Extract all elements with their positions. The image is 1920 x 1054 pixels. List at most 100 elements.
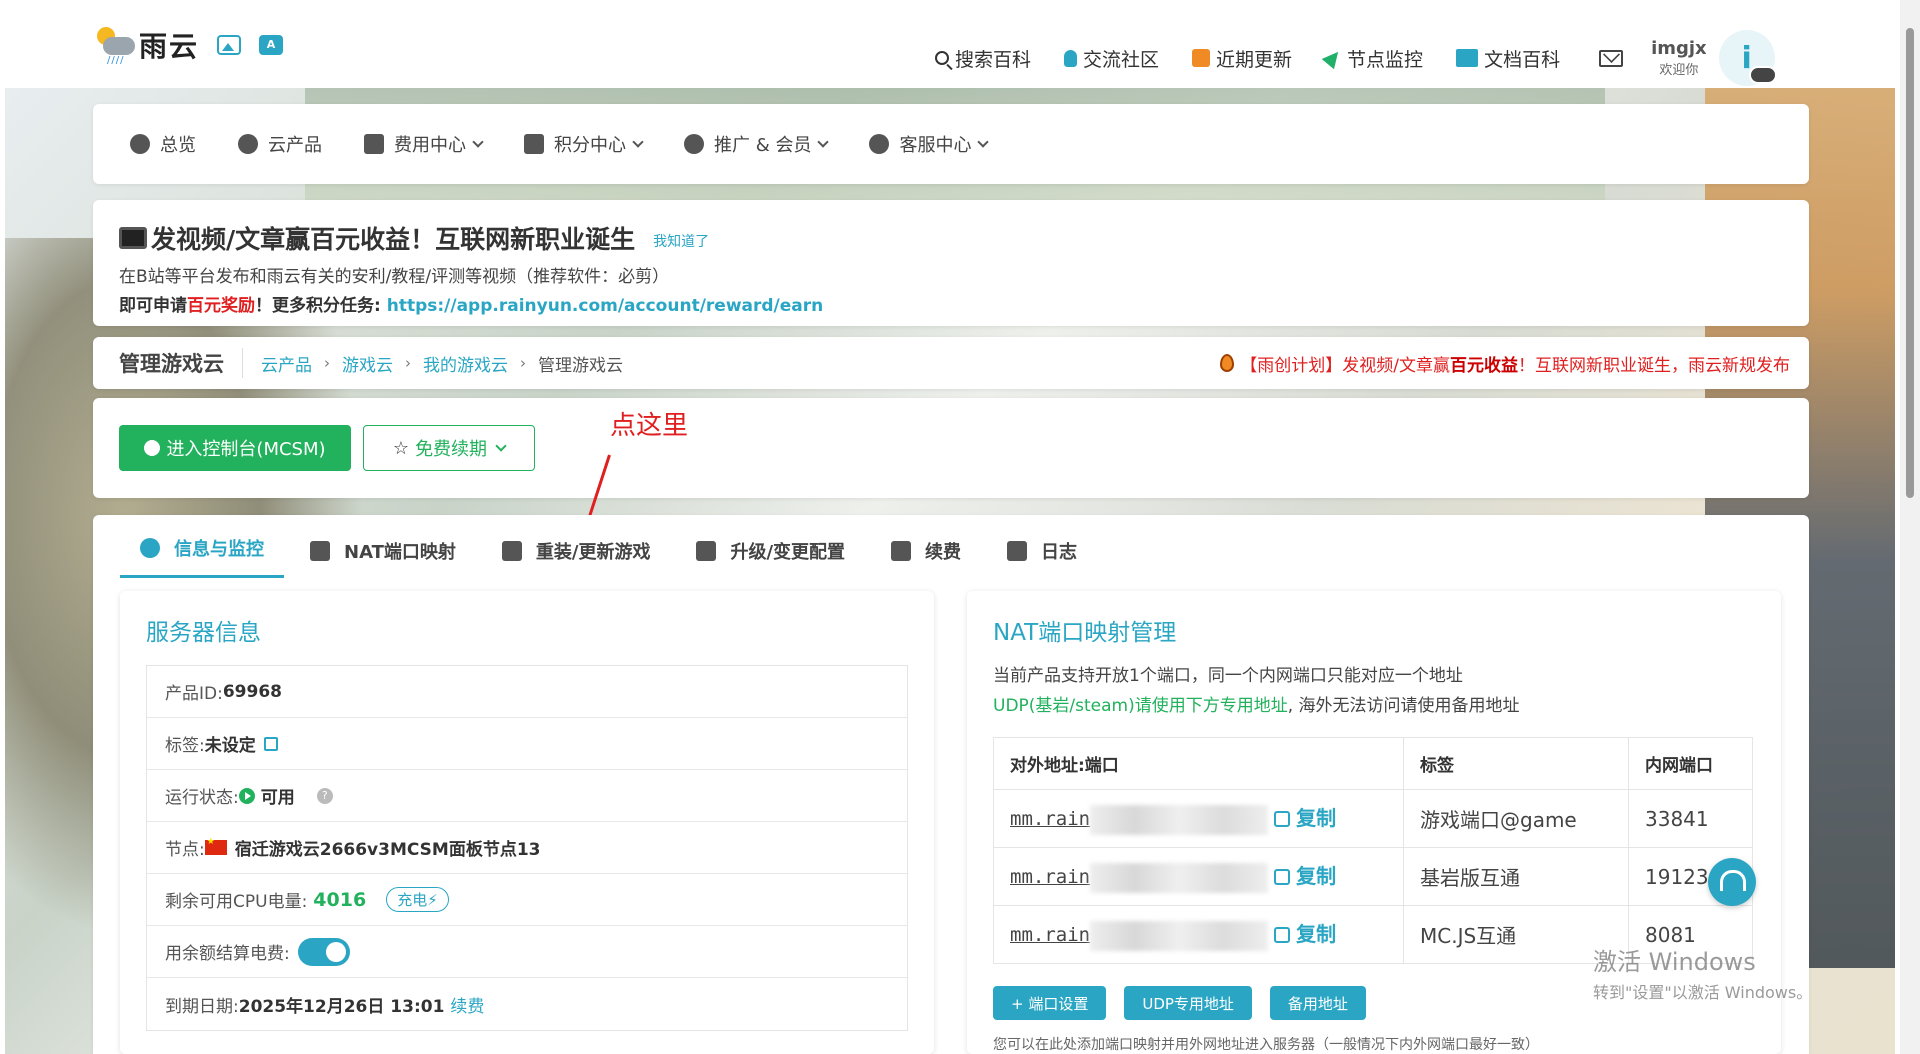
menu-support[interactable]: 客服中心 — [869, 131, 990, 157]
chevron-right-icon: › — [405, 354, 411, 372]
exchange-icon — [501, 541, 522, 561]
cubes-icon — [238, 134, 258, 154]
chevron-right-icon: › — [520, 354, 526, 372]
tab-nat-mapping[interactable]: NAT端口映射 — [290, 538, 476, 578]
nat-address[interactable]: mm.rain — [1010, 924, 1090, 946]
translate-icon[interactable]: A — [259, 35, 284, 55]
port-settings-button[interactable]: + 端口设置 — [993, 986, 1107, 1020]
column-header: 内网端口 — [1628, 737, 1753, 790]
server-info-card: 服务器信息 产品ID: 69968 标签: 未设定 运行状态: 可用? 节点: … — [120, 591, 934, 1054]
nat-table: 对外地址:端口 标签 内网端口 mm.rain 复制 游戏端口@game 3384… — [993, 737, 1753, 964]
backup-address-button[interactable]: 备用地址 — [1269, 986, 1366, 1020]
edit-icon[interactable] — [263, 736, 278, 751]
tab-logs[interactable]: 日志 — [987, 538, 1097, 578]
free-renew-button[interactable]: ☆ 免费续期 — [363, 425, 535, 471]
reward-link[interactable]: https://app.rainyun.com/account/reward/e… — [387, 296, 824, 316]
copy-button[interactable]: 复制 — [1274, 806, 1336, 830]
menu-points[interactable]: 积分中心 — [524, 131, 644, 157]
tab-info-monitor[interactable]: 信息与监控 — [120, 535, 284, 578]
info-row-balance: 用余额结算电费: — [147, 926, 907, 978]
info-row-status: 运行状态: 可用? — [147, 770, 907, 822]
announcement-text: 在B站等平台发布和雨云有关的安利/教程/评测等视频（推荐软件：必剪） — [119, 267, 670, 287]
charge-button[interactable]: 充电⚡ — [386, 887, 449, 912]
promo-link[interactable]: 【雨创计划】发视频/文章赢 百元收益 ！互联网新职业诞生，雨云新规发布 — [1220, 351, 1790, 376]
avatar[interactable]: i — [1718, 30, 1777, 86]
tab-reinstall-game[interactable]: 重装/更新游戏 — [482, 538, 671, 578]
search-icon — [935, 51, 949, 65]
nat-tag: 基岩版互通 — [1403, 847, 1629, 906]
announcement-panel: 发视频/文章赢百元收益！互联网新职业诞生 我知道了 在B站等平台发布和雨云有关的… — [93, 200, 1809, 326]
breadcrumb-game-cloud[interactable]: 游戏云 — [342, 351, 393, 376]
mail-icon[interactable] — [1599, 49, 1624, 67]
info-row-expire: 到期日期: 2025年12月26日 13:01 续费 — [147, 978, 907, 1030]
headset-icon — [869, 134, 890, 154]
page-title: 管理游戏云 — [119, 348, 243, 378]
page-header: 管理游戏云 云产品 › 游戏云 › 我的游戏云 › 管理游戏云 【雨创计划】发视频/文… — [93, 337, 1809, 389]
nav-community[interactable]: 交流社区 — [1064, 45, 1159, 72]
tv-icon — [119, 227, 147, 249]
product-detail-panel: 信息与监控 NAT端口映射 重装/更新游戏 升级/变更配置 续费 日志 服务器信… — [93, 515, 1809, 1054]
money-icon — [891, 541, 912, 561]
chevron-down-icon — [817, 136, 830, 148]
enter-console-button[interactable]: 进入控制台(MCSM) — [119, 425, 351, 471]
dismiss-link[interactable]: 我知道了 — [653, 231, 709, 251]
chevron-down-icon — [472, 136, 484, 148]
nat-tag: 游戏端口@game — [1403, 789, 1629, 848]
table-header: 对外地址:端口 标签 内网端口 — [993, 737, 1753, 790]
udp-address-button[interactable]: UDP专用地址 — [1124, 986, 1252, 1020]
menu-promotion[interactable]: 推广 & 会员 — [684, 131, 830, 157]
scrollbar-thumb[interactable] — [1906, 28, 1914, 498]
menu-cloud-products[interactable]: 云产品 — [238, 131, 322, 157]
nat-address[interactable]: mm.rain — [1010, 808, 1090, 830]
copy-icon — [1274, 811, 1291, 828]
menu-overview[interactable]: 总览 — [130, 131, 196, 157]
menu-billing[interactable]: 费用中心 — [364, 131, 484, 157]
copy-button[interactable]: 复制 — [1274, 922, 1336, 946]
annotation-text: 点这里 — [610, 411, 689, 441]
nav-node-monitor[interactable]: 节点监控 — [1321, 45, 1423, 72]
nat-note: 您可以在此处添加端口映射并用外网地址进入服务器（一般情况下内外网端口最好一致） — [993, 1037, 1539, 1053]
username: imgjx — [1651, 37, 1707, 59]
star-icon: ☆ — [392, 437, 410, 459]
nat-address[interactable]: mm.rain — [1010, 866, 1090, 888]
top-navbar: //// 雨云 A 搜索百科 交流社区 近期更新 节点监控 文档百科 imgjx… — [5, 0, 1895, 88]
breadcrumb-cloud-products[interactable]: 云产品 — [261, 351, 312, 376]
tab-renew[interactable]: 续费 — [871, 538, 981, 578]
copy-icon — [1274, 869, 1291, 886]
nav-updates[interactable]: 近期更新 — [1192, 45, 1292, 72]
redacted-area — [1090, 920, 1269, 951]
renew-link[interactable]: 续费 — [450, 992, 484, 1017]
column-header: 标签 — [1403, 737, 1629, 790]
redacted-area — [1090, 804, 1269, 835]
community-icon — [1064, 49, 1078, 67]
info-icon — [140, 538, 160, 558]
announcement-reward-line: 即可申请百元奖励！更多积分任务: https://app.rainyun.com… — [119, 296, 824, 316]
announcement-headline: 发视频/文章赢百元收益！互联网新职业诞生 我知道了 — [119, 220, 1783, 256]
column-header: 对外地址:端口 — [993, 737, 1404, 790]
china-flag-icon — [204, 837, 227, 855]
chevron-right-icon: › — [324, 354, 330, 372]
dashboard-icon — [144, 440, 161, 456]
table-row: mm.rain 复制 基岩版互通 19123 — [993, 847, 1753, 906]
nat-port: 33841 — [1628, 789, 1753, 848]
top-nav: 搜索百科 交流社区 近期更新 节点监控 文档百科 imgjx 欢迎你 i — [935, 30, 1777, 86]
breadcrumb-my-game-cloud[interactable]: 我的游戏云 — [423, 351, 508, 376]
user-info[interactable]: imgjx 欢迎你 — [1651, 37, 1707, 78]
main-menu: 总览 云产品 费用中心 积分中心 推广 & 会员 客服中心 — [93, 104, 1809, 184]
page-scrollbar[interactable] — [1900, 0, 1920, 1054]
logo[interactable]: //// 雨云 A — [93, 25, 284, 66]
chevron-down-icon — [632, 136, 644, 148]
send-icon — [1321, 46, 1345, 70]
help-icon[interactable]: ? — [316, 787, 333, 804]
nav-docs[interactable]: 文档百科 — [1456, 45, 1560, 72]
brand-name: 雨云 — [139, 30, 200, 63]
copy-button[interactable]: 复制 — [1274, 864, 1336, 888]
rain-cloud-logo-icon: //// — [93, 25, 137, 66]
gift-icon — [524, 134, 544, 154]
balance-toggle[interactable] — [297, 937, 350, 966]
tab-upgrade[interactable]: 升级/变更配置 — [676, 538, 865, 578]
customer-support-icon[interactable] — [1708, 858, 1756, 906]
server-info-title: 服务器信息 — [146, 620, 261, 646]
image-icon[interactable] — [217, 35, 242, 55]
nav-search-wiki[interactable]: 搜索百科 — [935, 45, 1031, 72]
